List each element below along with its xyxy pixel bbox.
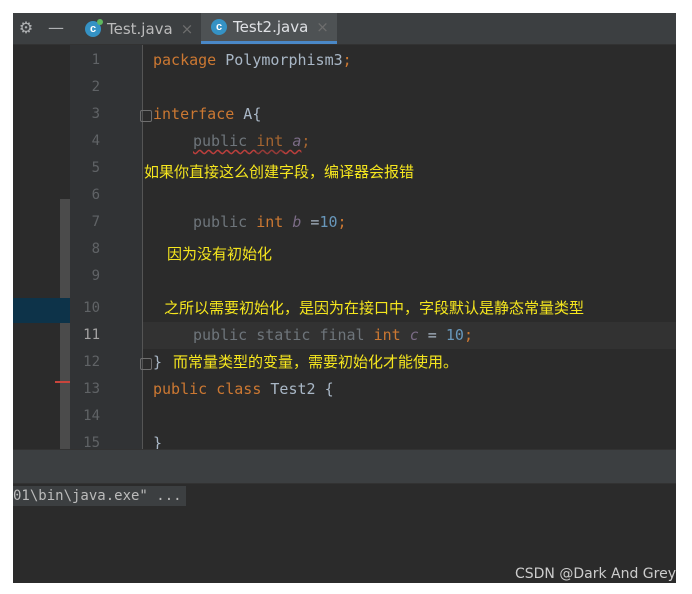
code-line-13: public class Test2 { [153, 380, 334, 398]
tab-label: Test2.java [233, 18, 309, 36]
fold-icon[interactable] [140, 110, 152, 122]
java-class-icon: c [211, 19, 227, 35]
annotation-note: 如果你直接这么创建字段，编译器会报错 [144, 163, 415, 181]
annotation-note: 而常量类型的变量，需要初始化才能使用。 [173, 353, 459, 371]
line-number: 6 [91, 187, 100, 203]
minus-icon[interactable]: — [45, 17, 67, 39]
watermark: CSDN @Dark And Grey [514, 566, 676, 582]
gutter-highlight [13, 298, 70, 323]
line-number: 12 [83, 354, 100, 370]
line-number: 1 [91, 52, 100, 68]
line-number: 5 [91, 160, 100, 176]
code-line-12: } [153, 353, 163, 371]
line-number: 4 [91, 133, 100, 149]
annotation-note: 因为没有初始化 [167, 245, 273, 263]
close-icon[interactable]: × [316, 18, 329, 36]
ide-window: ⚙ — c Test.java × c Test2.java × 1 2 3 4… [13, 13, 676, 583]
tab-label: Test.java [107, 19, 173, 38]
code-line-3: interface A{ [153, 105, 262, 123]
line-number: 2 [91, 79, 100, 95]
line-number: 10 [83, 300, 100, 316]
java-class-icon: c [85, 18, 103, 37]
code-line-4: public int a; [193, 132, 311, 150]
run-panel-header [13, 449, 676, 484]
line-number: 14 [83, 408, 100, 424]
line-number: 9 [91, 268, 100, 284]
code-line-11: public static final int c = 10; [193, 326, 473, 344]
line-number: 3 [91, 106, 100, 122]
tab-test2-java[interactable]: c Test2.java × [201, 13, 337, 44]
code-line-1: package Polymorphism3; [153, 51, 352, 69]
code-line-15: } [153, 434, 163, 449]
console-output-line: 01\bin\java.exe" ... [13, 486, 186, 506]
line-number: 8 [91, 241, 100, 257]
code-line-7: public int b =10; [193, 213, 347, 231]
structure-strip [60, 199, 70, 449]
error-marker [55, 381, 70, 383]
annotation-note: 之所以需要初始化，是因为在接口中，字段默认是静态常量类型 [164, 299, 585, 317]
line-number: 13 [83, 381, 100, 397]
gear-icon[interactable]: ⚙ [15, 17, 37, 39]
editor-tab-bar: ⚙ — c Test.java × c Test2.java × [13, 13, 676, 45]
fold-icon[interactable] [140, 358, 152, 370]
line-number: 7 [91, 214, 100, 230]
tab-test-java[interactable]: c Test.java × [79, 13, 201, 44]
code-editor[interactable]: 1 2 3 4 5 6 7 8 9 10 11 12 13 14 15 pack… [13, 45, 676, 449]
line-number-current: 11 [83, 327, 100, 343]
line-number: 15 [83, 435, 100, 449]
close-icon[interactable]: × [181, 20, 194, 38]
gutter-divider [142, 45, 143, 449]
